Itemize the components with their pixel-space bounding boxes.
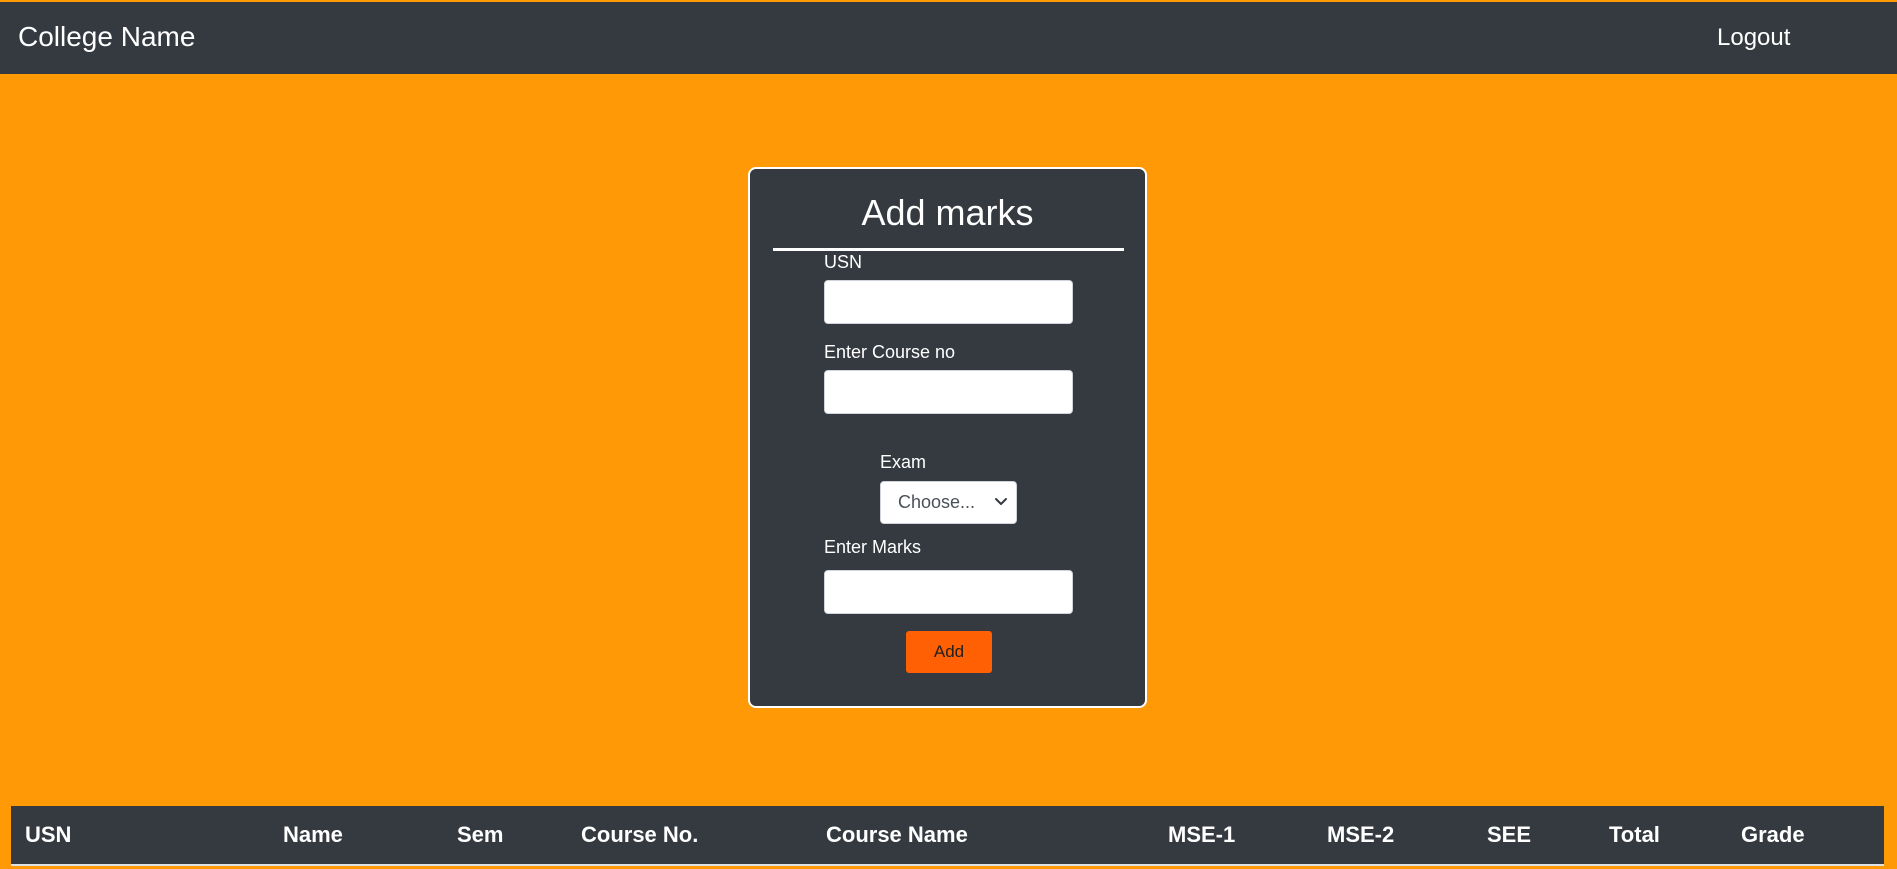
column-header-grade: Grade [1741,822,1805,847]
course-no-label: Enter Course no [824,342,956,362]
marks-label: Enter Marks [824,537,922,557]
title-divider [773,248,1124,251]
exam-select-value: Choose... [898,492,976,512]
brand-name[interactable]: College Name [18,21,195,53]
column-header-sem: Sem [457,822,504,847]
logout-link[interactable]: Logout [1717,24,1790,51]
form-title: Add marks [861,192,1034,233]
column-header-course-name: Course Name [826,822,968,847]
add-marks-card: Add marks USN Enter Course no Exam Choos… [748,167,1147,708]
column-header-see: SEE [1487,822,1532,847]
column-header-mse-1: MSE-1 [1168,822,1236,847]
column-header-mse-2: MSE-2 [1327,822,1395,847]
usn-input[interactable] [824,280,1073,324]
column-header-course-no: Course No. [581,822,699,847]
navbar: College Name Logout [0,2,1897,74]
column-header-usn: USN [25,822,72,847]
column-header-total: Total [1609,822,1660,847]
column-header-name: Name [283,822,343,847]
chevron-down-icon [995,498,1007,505]
usn-label: USN [824,252,863,272]
marks-table-header: USN Name Sem Course No. Course Name MSE-… [11,806,1884,866]
course-no-input[interactable] [824,370,1073,414]
exam-label: Exam [880,452,927,472]
exam-select[interactable]: Choose... [880,481,1017,524]
add-button[interactable]: Add [906,631,992,673]
marks-input[interactable] [824,570,1073,614]
